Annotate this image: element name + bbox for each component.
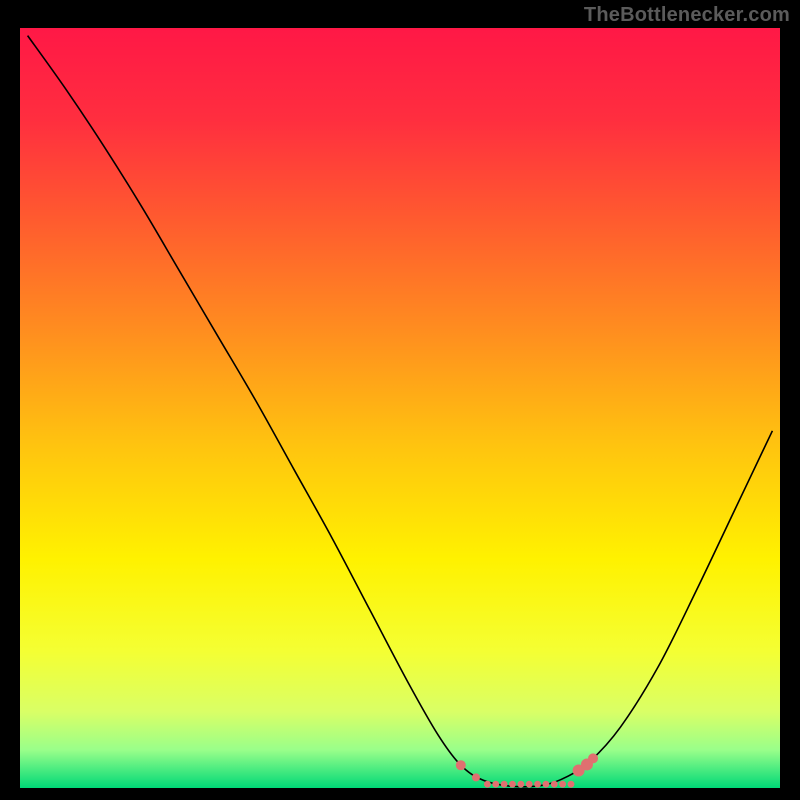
chart-frame: TheBottlenecker.com xyxy=(0,0,800,800)
sweet-spot-marker xyxy=(568,781,575,788)
plot-area xyxy=(20,28,780,788)
sweet-spot-marker xyxy=(543,781,550,788)
sweet-spot-marker xyxy=(484,781,491,788)
sweet-spot-marker xyxy=(551,781,558,788)
sweet-spot-marker xyxy=(517,781,524,788)
sweet-spot-marker xyxy=(588,753,598,763)
watermark-label: TheBottlenecker.com xyxy=(584,4,790,27)
sweet-spot-marker xyxy=(526,781,533,788)
sweet-spot-marker xyxy=(501,781,508,788)
sweet-spot-marker xyxy=(534,781,541,788)
sweet-spot-marker xyxy=(472,773,480,781)
gradient-background xyxy=(20,28,780,788)
sweet-spot-marker xyxy=(559,781,566,788)
bottleneck-chart xyxy=(20,28,780,788)
sweet-spot-marker xyxy=(456,760,466,770)
sweet-spot-marker xyxy=(492,781,499,788)
sweet-spot-marker xyxy=(509,781,516,788)
